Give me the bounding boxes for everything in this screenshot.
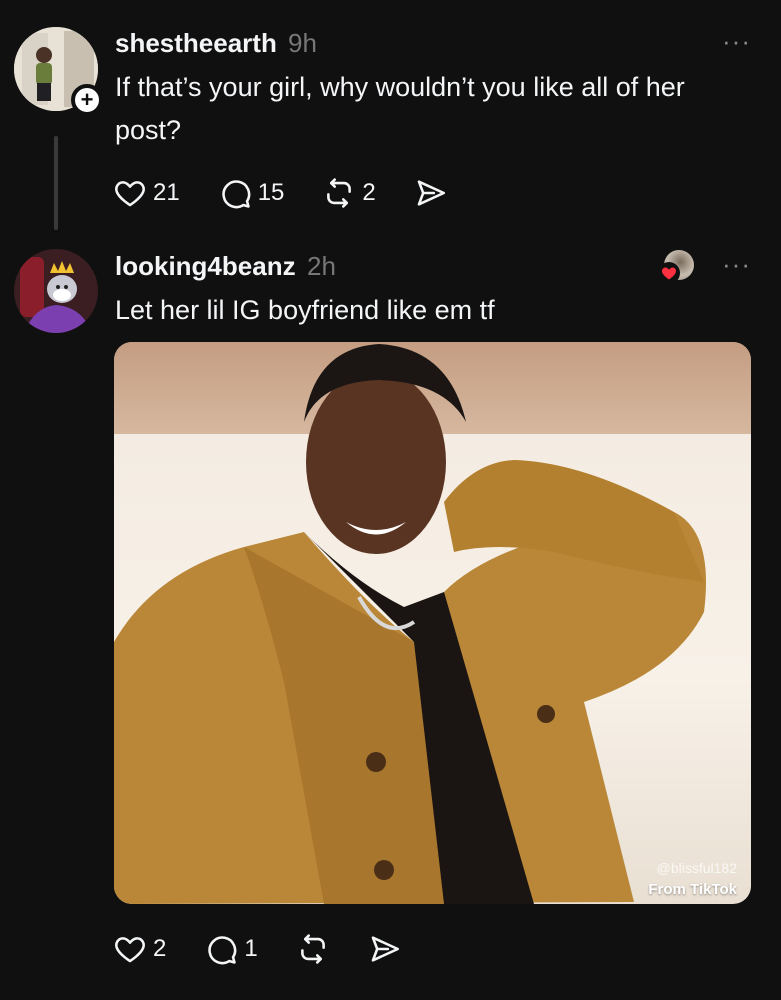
reply-button[interactable]: 1	[204, 932, 258, 966]
heart-icon	[115, 937, 145, 963]
heart-icon	[115, 181, 145, 207]
like-button[interactable]: 21	[113, 176, 180, 210]
share-button[interactable]	[368, 932, 402, 966]
media-photo-figure	[114, 344, 706, 904]
avatar-cartoon	[14, 249, 98, 333]
thread-connector-line	[54, 136, 58, 230]
repost-icon	[300, 934, 325, 964]
reply-count: 15	[257, 179, 285, 206]
reply-button[interactable]: 15	[218, 176, 285, 210]
heart-filled-icon	[658, 262, 680, 284]
repost-button[interactable]	[296, 932, 330, 966]
repost-button[interactable]: 2	[322, 176, 376, 210]
avatar[interactable]	[14, 249, 98, 333]
like-button[interactable]: 2	[113, 932, 166, 966]
media-watermark-handle: @blissful182	[656, 860, 737, 876]
post-time: 9h	[288, 28, 317, 58]
media-watermark: From TikTok	[648, 881, 737, 898]
post-text: Let her lil IG boyfriend like em tf	[115, 295, 495, 325]
more-options-button[interactable]: ···	[722, 26, 751, 57]
follow-plus-button[interactable]: +	[71, 84, 103, 116]
post-actions: 21 15 2	[113, 176, 486, 210]
username[interactable]: looking4beanz	[115, 251, 296, 282]
post-media-image[interactable]: @blissful182 From TikTok	[114, 342, 751, 904]
comment-icon	[222, 180, 250, 209]
send-icon	[371, 936, 399, 962]
post-text: If that’s your girl, why wouldn’t you li…	[115, 72, 685, 145]
repost-icon	[327, 178, 352, 208]
post-actions: 2 1	[113, 932, 440, 966]
post-time: 2h	[307, 251, 336, 281]
username[interactable]: shestheearth	[115, 28, 277, 59]
more-options-button[interactable]: ···	[722, 249, 751, 280]
share-button[interactable]	[414, 176, 448, 210]
author-liked-indicator	[658, 250, 694, 284]
send-icon	[417, 180, 445, 206]
reply-count: 1	[244, 935, 258, 962]
repost-count: 2	[362, 179, 376, 206]
comment-icon	[208, 936, 237, 965]
like-count: 2	[153, 935, 167, 962]
like-count: 21	[153, 179, 180, 206]
